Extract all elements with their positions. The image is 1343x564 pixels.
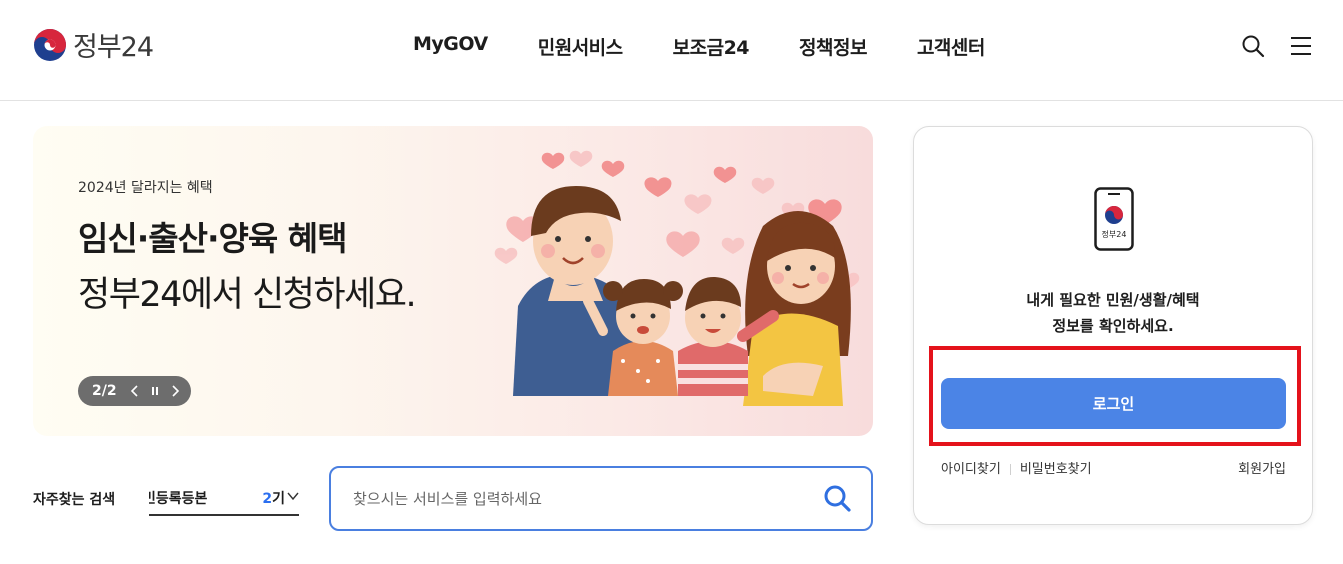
banner-pause-button[interactable] <box>145 381 165 401</box>
mobile-phone-icon: 정부24 <box>1094 187 1134 251</box>
login-message-line2: 정보를 확인하세요. <box>1052 317 1174 335</box>
banner-controls: 2/2 <box>78 376 191 406</box>
logo[interactable]: 정부24 <box>33 25 154 64</box>
banner-page-indicator: 2/2 <box>92 383 117 399</box>
login-message: 내게 필요한 민원/생활/혜택 정보를 확인하세요. <box>914 287 1312 339</box>
logo-text: 정부24 <box>73 32 154 63</box>
promo-banner[interactable]: 2024년 달라지는 혜택 임신·출산·양육 혜택 정부24에서 신청하세요. … <box>33 126 873 436</box>
banner-prev-button[interactable] <box>125 381 145 401</box>
service-search-box <box>329 466 873 531</box>
frequent-search-label: 자주찾는 검색 <box>33 492 116 508</box>
find-id-link[interactable]: 아이디찾기 <box>941 462 1001 477</box>
chevron-right-icon <box>172 385 179 397</box>
family-illustration <box>494 150 860 406</box>
search-submit-icon[interactable] <box>823 484 851 512</box>
frequent-search-counter: 2기 <box>262 488 285 508</box>
main-nav: MyGOV 민원서비스 보조금24 정책정보 고객센터 <box>413 33 985 60</box>
search-icon[interactable] <box>1241 34 1265 58</box>
link-divider <box>1009 464 1011 475</box>
frequent-search-count-suffix: 기 <box>272 491 285 507</box>
banner-subtitle: 2024년 달라지는 혜택 <box>78 180 213 196</box>
frequent-search-dropdown[interactable]: 민등록등본 2기 <box>149 480 299 516</box>
site-header: 정부24 MyGOV 민원서비스 보조금24 정책정보 고객센터 <box>0 0 1343 101</box>
nav-item-civil-service[interactable]: 민원서비스 <box>538 33 623 60</box>
signup-link[interactable]: 회원가입 <box>1238 458 1286 477</box>
hamburger-menu-icon[interactable] <box>1290 36 1312 56</box>
frequent-search-count: 2 <box>262 491 273 507</box>
banner-title: 임신·출산·양육 혜택 <box>78 219 347 258</box>
mother-figure <box>743 211 851 406</box>
login-links: 아이디찾기 비밀번호찾기 회원가입 <box>941 458 1286 477</box>
chevron-down-icon[interactable] <box>287 490 299 502</box>
taegeuk-logo-icon <box>34 28 66 61</box>
banner-description: 정부24에서 신청하세요. <box>78 275 417 315</box>
pause-icon <box>151 387 158 395</box>
frequent-search-term[interactable]: 민등록등본 <box>149 488 207 508</box>
login-panel: 정부24 내게 필요한 민원/생활/혜택 정보를 확인하세요. 로그인 아이디찾… <box>913 126 1313 525</box>
nav-item-policy-info[interactable]: 정책정보 <box>799 33 867 60</box>
find-password-link[interactable]: 비밀번호찾기 <box>1020 462 1092 477</box>
nav-item-customer-center[interactable]: 고객센터 <box>917 33 985 60</box>
nav-item-mygov[interactable]: MyGOV <box>413 33 488 60</box>
login-message-line1: 내게 필요한 민원/생활/혜택 <box>1026 291 1200 309</box>
login-button[interactable]: 로그인 <box>941 378 1286 429</box>
nav-item-subsidy24[interactable]: 보조금24 <box>673 33 750 60</box>
service-search-input[interactable] <box>351 482 795 516</box>
banner-next-button[interactable] <box>165 381 185 401</box>
phone-logo-text: 정부24 <box>1102 229 1127 239</box>
chevron-left-icon <box>130 385 138 397</box>
